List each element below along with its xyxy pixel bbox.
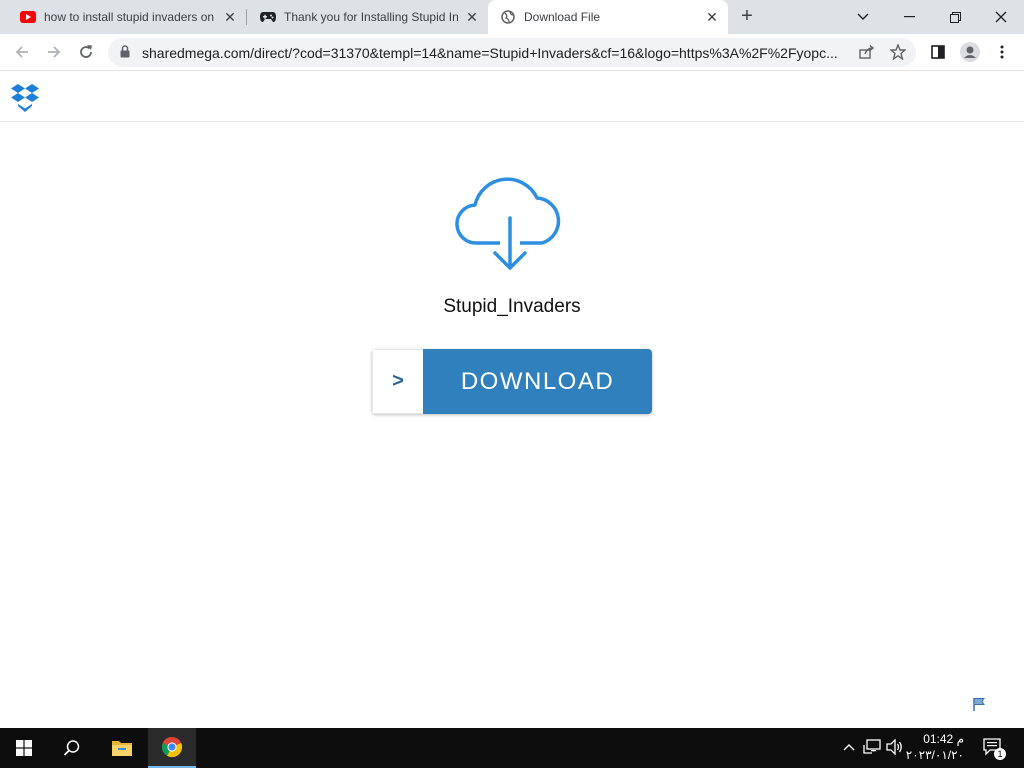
- tab-thank-you[interactable]: Thank you for Installing Stupid In ✕: [240, 0, 488, 34]
- clock[interactable]: 01:42 م ٢٠٢٣/٠١/٢٠: [906, 731, 964, 763]
- tab-title: Download File: [524, 10, 601, 24]
- tab-strip: how to install stupid invaders on ✕ Than…: [0, 0, 1024, 34]
- close-tab-icon[interactable]: ✕: [222, 9, 238, 25]
- tab-youtube[interactable]: how to install stupid invaders on ✕: [0, 0, 246, 34]
- tab-title: how to install stupid invaders on: [44, 10, 215, 24]
- dropbox-icon[interactable]: [10, 83, 40, 118]
- cloud-download-icon: [455, 176, 565, 276]
- profile-avatar-icon[interactable]: [958, 40, 982, 64]
- taskbar: 01:42 م ٢٠٢٣/٠١/٢٠ 1: [0, 728, 1024, 768]
- search-icon[interactable]: [48, 728, 96, 768]
- chevron-up-icon[interactable]: [840, 738, 858, 756]
- tab-download-file[interactable]: Download File ✕: [488, 0, 728, 34]
- notification-count: 1: [994, 748, 1006, 760]
- url-text[interactable]: sharedmega.com/direct/?cod=31370&templ=1…: [142, 45, 847, 61]
- new-tab-button[interactable]: +: [736, 6, 758, 28]
- menu-kebab-icon[interactable]: [990, 40, 1014, 64]
- close-window-icon[interactable]: [978, 0, 1024, 34]
- gamepad-icon: [260, 9, 276, 25]
- page-header: [0, 71, 1024, 122]
- report-flag-icon[interactable]: [972, 697, 986, 716]
- minimize-icon[interactable]: [886, 0, 932, 34]
- download-label[interactable]: DOWNLOAD: [423, 349, 652, 414]
- side-panel-icon[interactable]: [926, 40, 950, 64]
- browser-toolbar: sharedmega.com/direct/?cod=31370&templ=1…: [0, 34, 1024, 71]
- share-icon[interactable]: [858, 43, 876, 61]
- bookmark-star-icon[interactable]: [889, 43, 907, 61]
- restore-icon[interactable]: [932, 0, 978, 34]
- close-tab-icon[interactable]: ✕: [704, 9, 720, 25]
- lock-icon[interactable]: [120, 45, 130, 63]
- tab-search-icon[interactable]: [840, 0, 886, 34]
- chrome-icon[interactable]: [148, 728, 196, 768]
- file-explorer-icon[interactable]: [98, 728, 146, 768]
- file-name: Stupid_Invaders: [443, 296, 581, 317]
- download-arrow[interactable]: >: [372, 349, 423, 414]
- network-icon[interactable]: [863, 738, 881, 756]
- volume-icon[interactable]: [886, 738, 904, 756]
- notification-center-icon[interactable]: 1: [982, 738, 1006, 760]
- reload-icon[interactable]: [74, 40, 98, 64]
- tab-title: Thank you for Installing Stupid In: [284, 10, 458, 24]
- clock-time: 01:42 م: [923, 732, 964, 746]
- back-arrow-icon[interactable]: [10, 40, 34, 64]
- windows-start-icon[interactable]: [0, 728, 48, 768]
- clock-date: ٢٠٢٣/٠١/٢٠: [905, 748, 964, 762]
- globe-icon: [500, 9, 516, 25]
- forward-arrow-icon[interactable]: [42, 40, 66, 64]
- youtube-icon: [20, 9, 36, 25]
- close-tab-icon[interactable]: ✕: [464, 9, 480, 25]
- address-bar[interactable]: sharedmega.com/direct/?cod=31370&templ=1…: [108, 38, 916, 67]
- download-button[interactable]: > DOWNLOAD: [372, 349, 652, 414]
